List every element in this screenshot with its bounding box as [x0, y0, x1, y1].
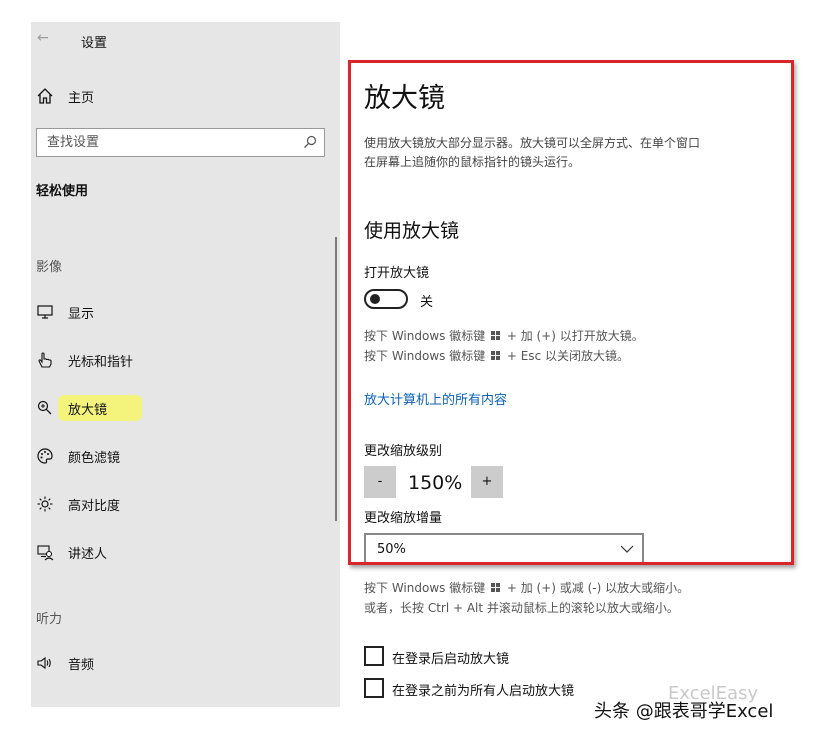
hint-text: 按下 Windows 徽标键 [364, 329, 486, 343]
description-line-1: 使用放大镜放大部分显示器。放大镜可以全屏方式、在单个窗口 [364, 136, 701, 150]
start-after-signin-option[interactable]: 在登录后启动放大镜 [364, 646, 664, 668]
magnify-everything-link[interactable]: 放大计算机上的所有内容 [364, 389, 507, 408]
arrow-left-icon[interactable]: ← [37, 30, 49, 46]
page-description: 使用放大镜放大部分显示器。放大镜可以全屏方式、在单个窗口 在屏幕上追随你的鼠标指… [364, 134, 750, 172]
speaker-icon [37, 656, 51, 670]
hint-text: 按下 Windows 徽标键 [364, 581, 486, 595]
sidebar-item-color-filters[interactable]: 颜色滤镜 [36, 445, 256, 467]
narrator-icon [37, 545, 54, 561]
group-label-hearing: 听力 [36, 612, 63, 627]
checkbox-label: 在登录之前为所有人启动放大镜 [392, 684, 575, 699]
hint-text: + 加 (+) 以打开放大镜。 [506, 329, 644, 343]
sidebar-item-label: 显示 [68, 307, 95, 322]
sidebar-scrollbar[interactable] [335, 237, 337, 521]
hint-open: 按下 Windows 徽标键 + 加 (+) 以打开放大镜。 [364, 327, 644, 344]
zoom-increment-label: 更改缩放增量 [364, 511, 443, 526]
zoom-out-button[interactable]: - [364, 466, 396, 498]
hint-close: 按下 Windows 徽标键 + Esc 以关闭放大镜。 [364, 347, 629, 364]
sidebar-item-label: 讲述人 [68, 547, 108, 562]
pointer-hand-icon [38, 352, 52, 368]
group-label-vision: 影像 [36, 260, 63, 275]
sidebar-item-display[interactable]: 显示 [36, 301, 256, 323]
sidebar-item-cursor[interactable]: 光标和指针 [36, 349, 256, 371]
palette-icon [37, 448, 53, 464]
watermark: 头条 @跟表哥学Excel [594, 701, 774, 722]
page-title: 放大镜 [364, 83, 445, 114]
sidebar-item-label: 高对比度 [68, 499, 121, 514]
app-title: 设置 [81, 36, 108, 51]
section-title: 轻松使用 [36, 184, 89, 199]
magnifier-toggle[interactable] [364, 289, 408, 309]
zoom-hint-2: 或者，长按 Ctrl + Alt 并滚动鼠标上的滚轮以放大或缩小。 [364, 601, 679, 615]
sidebar-item-magnifier[interactable]: 放大镜 [36, 395, 256, 421]
hint-text: 按下 Windows 徽标键 [364, 349, 486, 363]
sidebar-item-home[interactable]: 主页 [36, 86, 236, 106]
sidebar-item-label: 音频 [68, 658, 95, 673]
zoom-increment-select[interactable]: 50% [364, 533, 644, 565]
toggle-label: 打开放大镜 [364, 266, 430, 281]
monitor-icon [37, 305, 53, 319]
toggle-knob [370, 294, 380, 304]
search-field[interactable] [36, 128, 325, 157]
settings-sidebar: ← 设置 主页 轻松使用 影像 显示 光标和指针 [31, 22, 340, 707]
start-before-signin-checkbox[interactable] [364, 678, 384, 698]
home-icon [37, 88, 53, 104]
hint-text: + 加 (+) 或减 (-) 以放大或缩小。 [506, 581, 690, 595]
section-heading: 使用放大镜 [364, 220, 460, 242]
toggle-state-text: 关 [420, 295, 434, 310]
description-line-2: 在屏幕上追随你的鼠标指针的镜头运行。 [364, 155, 581, 169]
chevron-down-icon [620, 545, 634, 553]
sidebar-item-label: 光标和指针 [68, 355, 134, 370]
search-icon[interactable] [303, 135, 317, 149]
sidebar-item-high-contrast[interactable]: 高对比度 [36, 493, 256, 515]
zoom-level-value: 150% [408, 472, 463, 494]
magnifier-icon [37, 400, 52, 415]
zoom-hint-1: 按下 Windows 徽标键 + 加 (+) 或减 (-) 以放大或缩小。 [364, 579, 689, 596]
sidebar-item-label: 颜色滤镜 [68, 451, 121, 466]
select-value: 50% [377, 542, 406, 557]
sidebar-item-narrator[interactable]: 讲述人 [36, 541, 256, 563]
start-after-signin-checkbox[interactable] [364, 646, 384, 666]
sidebar-item-audio[interactable]: 音频 [36, 652, 256, 674]
sun-contrast-icon [37, 496, 53, 512]
windows-logo-icon [491, 351, 501, 361]
sidebar-item-label: 放大镜 [68, 403, 108, 418]
checkbox-label: 在登录后启动放大镜 [392, 652, 510, 667]
search-input[interactable] [37, 129, 277, 156]
windows-logo-icon [491, 583, 501, 593]
sidebar-item-label: 主页 [68, 91, 95, 106]
windows-logo-icon [491, 331, 501, 341]
title-bar: ← 设置 [31, 30, 231, 51]
hint-text: + Esc 以关闭放大镜。 [506, 349, 629, 363]
zoom-level-label: 更改缩放级别 [364, 444, 443, 459]
zoom-in-button[interactable]: + [471, 466, 503, 498]
